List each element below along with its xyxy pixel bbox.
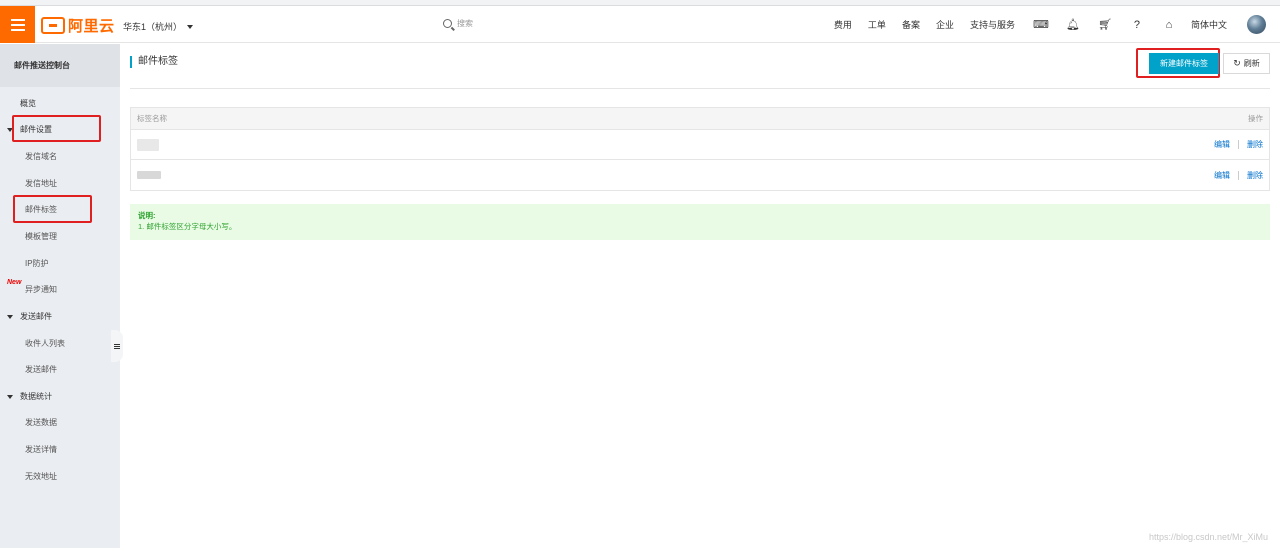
watermark: https://blog.csdn.net/Mr_XiMu xyxy=(1148,532,1268,542)
sidebar-item-ip-protection[interactable]: IP防护 xyxy=(25,258,49,269)
language-switch[interactable]: 简体中文 xyxy=(1191,18,1227,31)
cart-icon[interactable]: 🛒︎ xyxy=(1095,18,1115,31)
search-placeholder: 搜索 xyxy=(457,19,473,28)
logo-text: 阿里云 xyxy=(68,18,115,35)
sidebar-item-async-notify[interactable]: 异步通知 xyxy=(25,284,57,295)
sidebar-item-recipient-list[interactable]: 收件人列表 xyxy=(25,338,65,349)
sidebar-collapse-handle[interactable] xyxy=(111,330,123,362)
highlight-box-mail-settings xyxy=(12,115,101,142)
create-mail-tag-button[interactable]: 新建邮件标签 xyxy=(1149,53,1219,74)
notice-title: 说明: xyxy=(138,211,156,220)
aliyun-logo[interactable]: 阿里云 xyxy=(41,15,115,36)
edit-link[interactable]: 编辑 xyxy=(1214,170,1230,181)
avatar[interactable] xyxy=(1247,15,1266,34)
bell-icon[interactable]: 🔔︎ xyxy=(1063,18,1083,31)
aliyun-logo-icon xyxy=(41,17,65,34)
blurred-tag-name xyxy=(137,171,161,179)
sidebar-item-sending-domain[interactable]: 发信域名 xyxy=(25,151,57,162)
sidebar-group-label: 数据统计 xyxy=(20,392,52,401)
sidebar-item-send-data[interactable]: 发送数据 xyxy=(25,417,57,428)
notice-box: 说明: 1. 邮件标签区分字母大小写。 xyxy=(130,204,1270,240)
nav-enterprise[interactable]: 企业 xyxy=(936,18,954,31)
top-nav-links: 费用 工单 备案 企业 支持与服务 ⌨ 🔔︎ 🛒︎ ? ⌂ 简体中文 xyxy=(834,6,1280,43)
page-title: 邮件标签 xyxy=(130,56,178,68)
divider xyxy=(130,88,1270,89)
region-selector[interactable]: 华东1（杭州） xyxy=(123,20,194,33)
edit-link[interactable]: 编辑 xyxy=(1214,139,1230,150)
refresh-label: 刷新 xyxy=(1243,59,1260,68)
delete-link[interactable]: 删除 xyxy=(1247,170,1263,181)
menu-icon[interactable] xyxy=(0,6,35,43)
nav-icp[interactable]: 备案 xyxy=(902,18,920,31)
sidebar-item-sending-address[interactable]: 发信地址 xyxy=(25,178,57,189)
search-box[interactable]: 搜索 xyxy=(443,18,473,29)
table-row: 编辑 删除 xyxy=(131,130,1269,160)
action-separator xyxy=(1238,170,1239,180)
delete-link[interactable]: 删除 xyxy=(1247,139,1263,150)
collapse-icon xyxy=(114,345,120,347)
row-actions: 编辑 删除 xyxy=(1214,170,1263,181)
blurred-tag-name xyxy=(137,138,159,151)
region-label: 华东1（杭州） xyxy=(123,22,183,32)
table-header: 标签名称 操作 xyxy=(131,108,1269,130)
sidebar-group-send-mail[interactable]: 发送邮件 xyxy=(7,311,52,322)
caret-down-icon xyxy=(7,314,13,319)
new-badge: New xyxy=(7,279,22,286)
nav-tickets[interactable]: 工单 xyxy=(868,18,886,31)
sidebar-group-label: 发送邮件 xyxy=(20,312,52,321)
caret-down-icon xyxy=(7,394,13,399)
nav-support[interactable]: 支持与服务 xyxy=(970,18,1015,31)
terminal-icon[interactable]: ⌨ xyxy=(1031,18,1051,31)
row-actions: 编辑 删除 xyxy=(1214,139,1263,150)
sidebar-group-statistics[interactable]: 数据统计 xyxy=(7,391,52,402)
refresh-button[interactable]: ↻ 刷新 xyxy=(1223,53,1270,74)
highlight-box-mail-tags xyxy=(13,195,92,223)
refresh-icon: ↻ xyxy=(1233,58,1241,68)
action-separator xyxy=(1238,140,1239,149)
column-header-actions: 操作 xyxy=(1248,114,1263,123)
column-header-tag-name: 标签名称 xyxy=(137,114,167,123)
table-row: 编辑 删除 xyxy=(131,160,1269,190)
tags-table: 标签名称 操作 编辑 删除 编辑 删除 xyxy=(130,107,1270,191)
home-icon[interactable]: ⌂ xyxy=(1159,19,1179,31)
help-icon[interactable]: ? xyxy=(1127,19,1147,31)
sidebar-item-send-mail[interactable]: 发送邮件 xyxy=(25,364,57,375)
chevron-down-icon xyxy=(187,24,194,29)
sidebar-item-invalid-address[interactable]: 无效地址 xyxy=(25,471,57,482)
sidebar-item-send-details[interactable]: 发送详情 xyxy=(25,444,57,455)
nav-fees[interactable]: 费用 xyxy=(834,18,852,31)
search-icon xyxy=(443,19,452,28)
top-navbar: 阿里云 华东1（杭州） 搜索 费用 工单 备案 企业 支持与服务 ⌨ 🔔︎ 🛒︎… xyxy=(0,6,1280,43)
sidebar-title: 邮件推送控制台 xyxy=(0,44,120,87)
sidebar-item-overview[interactable]: 概览 xyxy=(20,98,36,109)
sidebar-item-templates[interactable]: 模板管理 xyxy=(25,231,57,242)
notice-text: 1. 邮件标签区分字母大小写。 xyxy=(138,222,237,231)
